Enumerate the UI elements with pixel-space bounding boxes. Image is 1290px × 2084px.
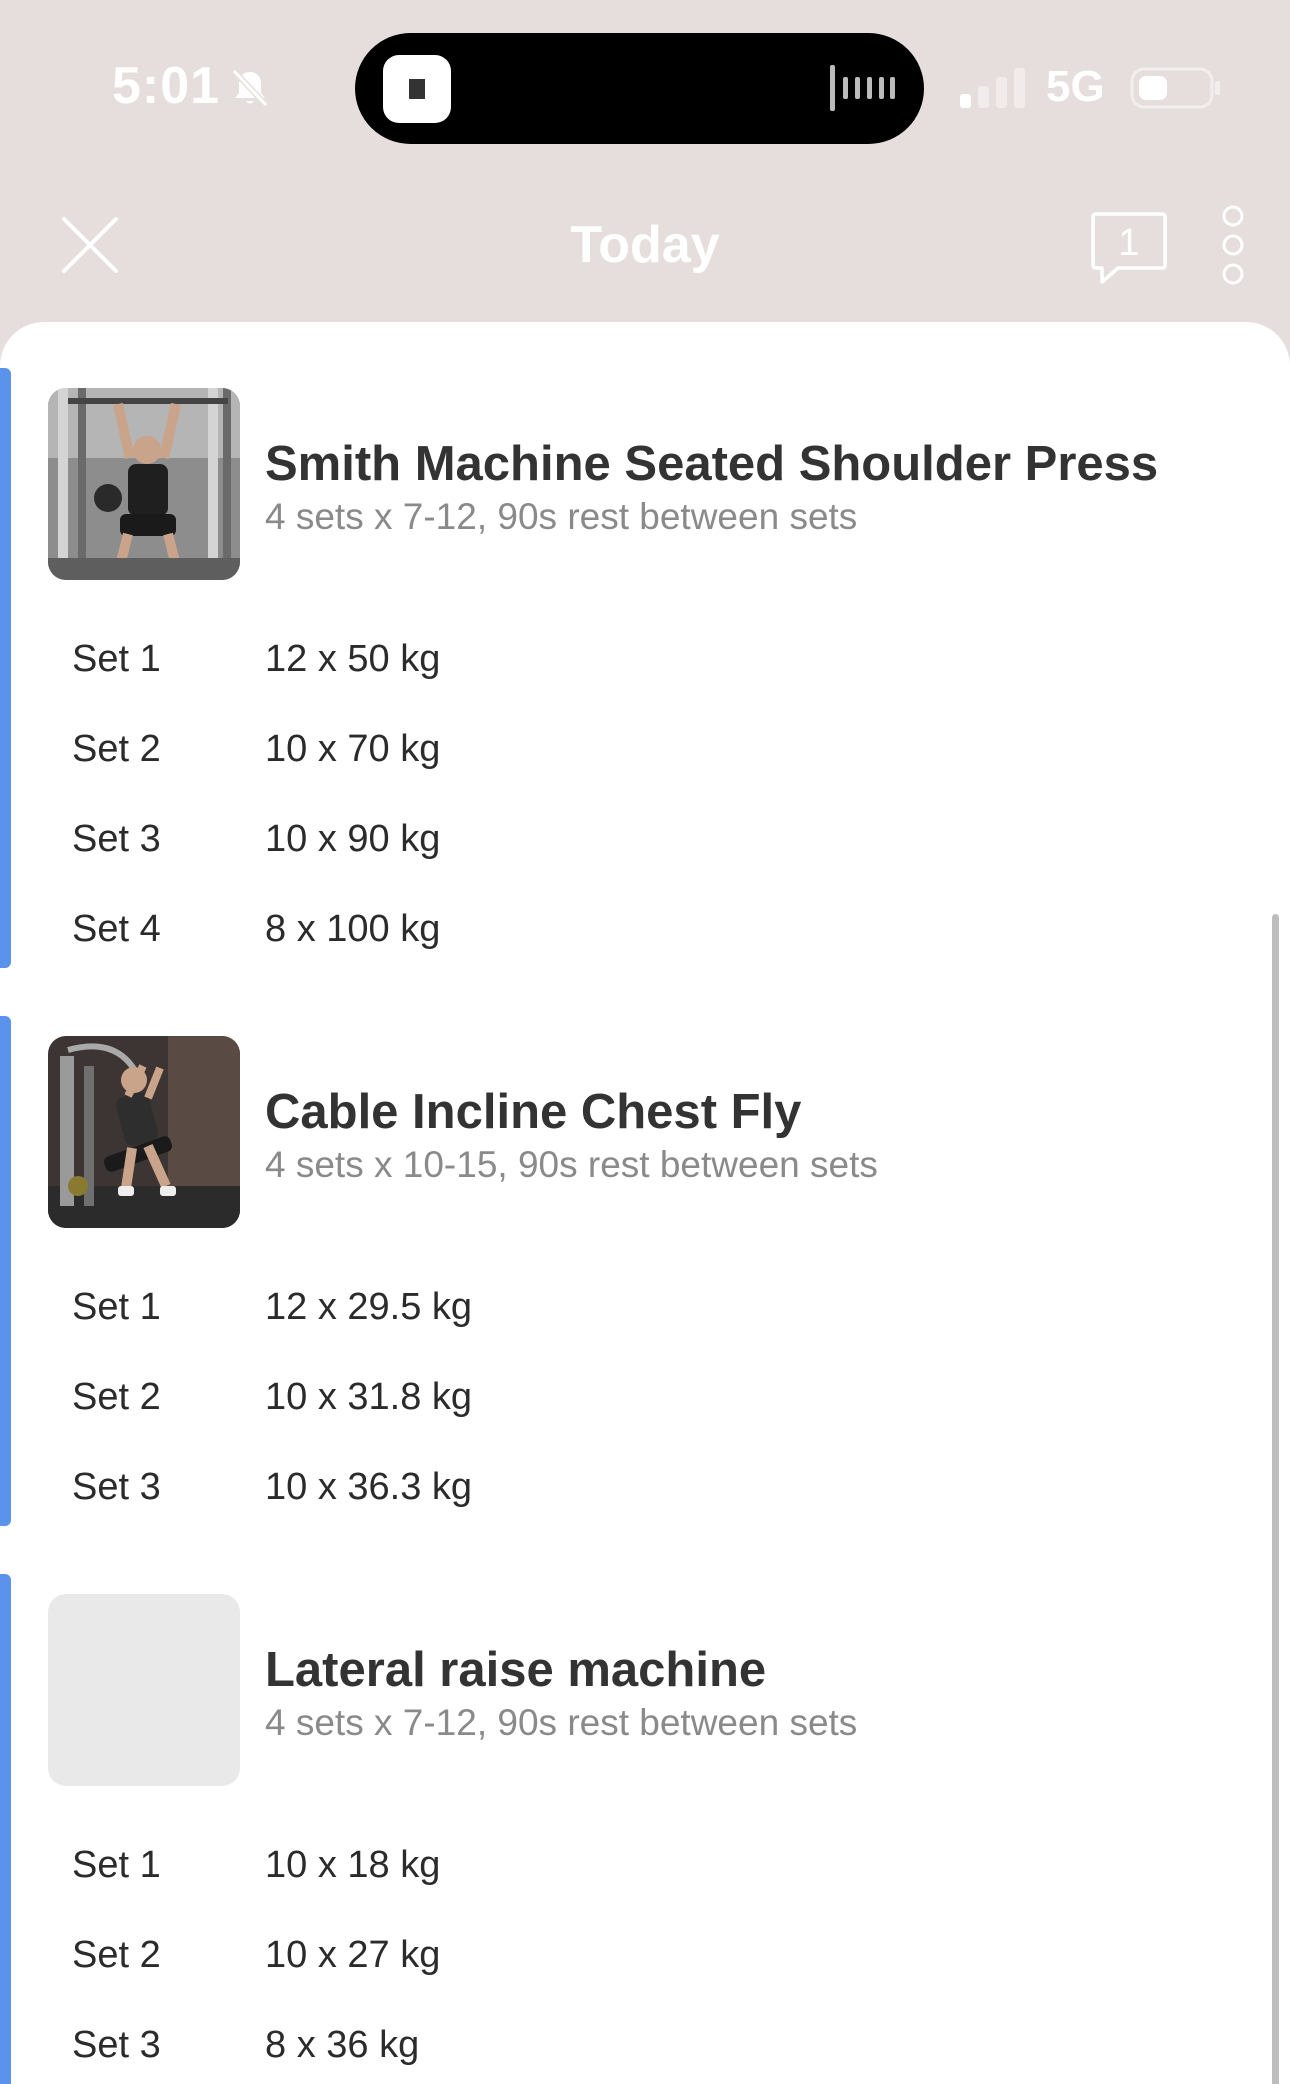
workout-sheet[interactable]: Smith Machine Seated Shoulder Press 4 se…: [0, 322, 1290, 2084]
workout-screen: 5:01 5G Today 1 Smith Machine Seated Sho…: [0, 0, 1290, 2084]
set-label: Set 1: [72, 1286, 161, 1328]
set-value: 10 x 70 kg: [265, 728, 441, 770]
status-time: 5:01: [112, 57, 221, 115]
set-label: Set 3: [72, 2024, 161, 2066]
set-label: Set 2: [72, 1934, 161, 1976]
exercise-name[interactable]: Smith Machine Seated Shoulder Press: [265, 436, 1158, 492]
set-value: 10 x 90 kg: [265, 818, 441, 860]
more-options-icon[interactable]: [1218, 205, 1248, 285]
set-label: Set 3: [72, 818, 161, 860]
comment-count: 1: [1118, 222, 1140, 264]
dynamic-island: [355, 33, 924, 144]
bell-muted-icon: [231, 68, 269, 108]
exercise-description: 4 sets x 7-12, 90s rest between sets: [265, 496, 858, 537]
set-value: 10 x 27 kg: [265, 1934, 441, 1976]
set-value: 8 x 36 kg: [265, 2024, 420, 2066]
set-value: 12 x 29.5 kg: [265, 1286, 473, 1328]
exercise-photo-chest-fly: [48, 1036, 240, 1228]
set-value: 12 x 50 kg: [265, 638, 441, 680]
live-activity-app-icon: [383, 55, 451, 123]
exercise-description: 4 sets x 10-15, 90s rest between sets: [265, 1144, 878, 1185]
set-label: Set 2: [72, 728, 161, 770]
network-type: 5G: [1046, 62, 1105, 111]
set-value: 10 x 36.3 kg: [265, 1466, 473, 1508]
scrollbar[interactable]: [1272, 914, 1279, 2084]
set-label: Set 2: [72, 1376, 161, 1418]
exercise-name[interactable]: Lateral raise machine: [265, 1642, 766, 1698]
set-row[interactable]: Set 4 8 x 100 kg: [0, 888, 1200, 968]
set-row[interactable]: Set 2 10 x 31.8 kg: [0, 1356, 1200, 1436]
exercise-description: 4 sets x 7-12, 90s rest between sets: [265, 1702, 858, 1743]
set-label: Set 3: [72, 1466, 161, 1508]
set-label: Set 1: [72, 1844, 161, 1886]
battery-icon: [1130, 67, 1220, 109]
set-row[interactable]: Set 1 10 x 18 kg: [0, 1824, 1200, 1904]
set-label: Set 1: [72, 638, 161, 680]
set-value: 10 x 31.8 kg: [265, 1376, 473, 1418]
cellular-signal-icon: [960, 68, 1025, 108]
exercise-thumbnail[interactable]: [48, 388, 240, 580]
set-value: 10 x 18 kg: [265, 1844, 441, 1886]
audio-waveform-icon: [830, 65, 895, 111]
set-row[interactable]: Set 3 8 x 36 kg: [0, 2004, 1200, 2084]
set-label: Set 4: [72, 908, 161, 950]
exercise-thumbnail[interactable]: [48, 1036, 240, 1228]
set-row[interactable]: Set 3 10 x 36.3 kg: [0, 1446, 1200, 1526]
set-row[interactable]: Set 1 12 x 29.5 kg: [0, 1266, 1200, 1346]
set-row[interactable]: Set 2 10 x 27 kg: [0, 1914, 1200, 1994]
exercise-photo-shoulder-press: [48, 388, 240, 580]
exercise-name[interactable]: Cable Incline Chest Fly: [265, 1084, 801, 1140]
set-row[interactable]: Set 3 10 x 90 kg: [0, 798, 1200, 878]
set-row[interactable]: Set 1 12 x 50 kg: [0, 618, 1200, 698]
set-row[interactable]: Set 2 10 x 70 kg: [0, 708, 1200, 788]
set-value: 8 x 100 kg: [265, 908, 441, 950]
comments-button[interactable]: 1: [1090, 210, 1168, 286]
exercise-thumbnail-placeholder[interactable]: [48, 1594, 240, 1786]
